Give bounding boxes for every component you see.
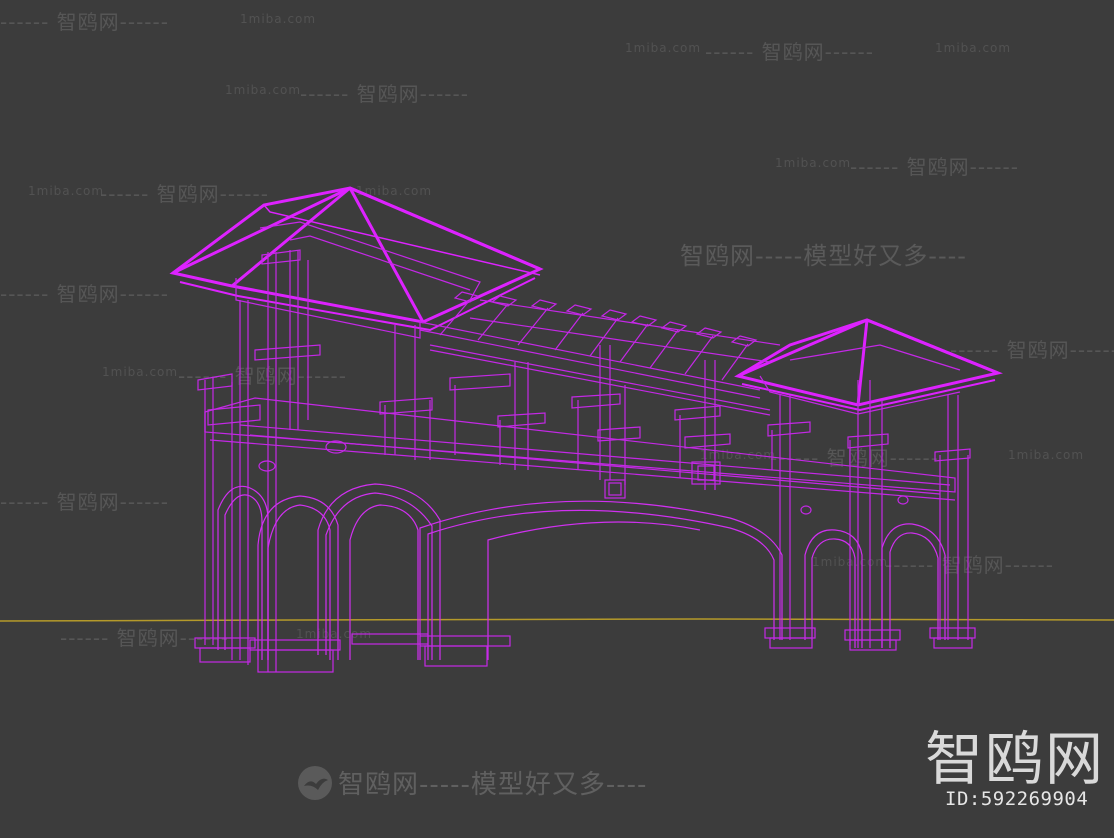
columns bbox=[197, 249, 971, 672]
bottom-logo: 智鸥网-----模型好又多---- bbox=[298, 764, 647, 801]
3d-viewport[interactable]: ------ 智鸥网------ 1miba.com 1miba.com ---… bbox=[0, 0, 1114, 838]
model-id-label: ID:592269904 bbox=[945, 788, 1089, 810]
bottom-logo-text: 智鸥网-----模型好又多---- bbox=[338, 770, 648, 800]
ground-line bbox=[0, 618, 1114, 622]
brand-logo-text: 智鸥网 bbox=[925, 725, 1106, 793]
right-roof bbox=[734, 318, 1003, 412]
left-roof bbox=[169, 186, 544, 332]
seagull-icon bbox=[298, 765, 332, 800]
main-beam bbox=[204, 397, 956, 515]
gateway-wireframe bbox=[169, 186, 1003, 673]
arches bbox=[217, 483, 946, 660]
